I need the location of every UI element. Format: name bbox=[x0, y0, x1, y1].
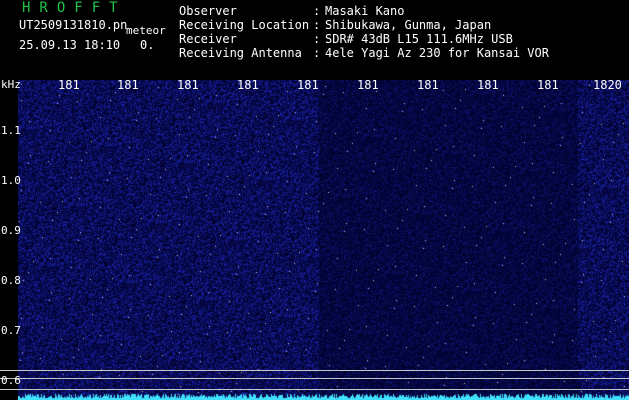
time-tick: 1820 bbox=[593, 78, 622, 92]
meteor-label: meteor bbox=[126, 24, 166, 37]
observation-datetime: 25.09.13 18:10 bbox=[19, 38, 121, 52]
time-tick: 181 bbox=[357, 78, 379, 92]
info-value: Masaki Kano bbox=[325, 4, 405, 18]
info-value: Shibukawa, Gunma, Japan bbox=[325, 18, 492, 32]
time-tick: 181 bbox=[537, 78, 559, 92]
time-tick: 181 bbox=[177, 78, 199, 92]
file-name: UT2509131810.pn bbox=[19, 18, 128, 32]
info-row-location: Receiving Location : Shibukawa, Gunma, J… bbox=[179, 18, 549, 32]
info-value: SDR# 43dB L15 111.6MHz USB bbox=[325, 32, 513, 46]
info-key: Observer bbox=[179, 4, 237, 18]
time-tick: 181 bbox=[297, 78, 319, 92]
info-separator: : bbox=[313, 32, 321, 46]
frequency-unit-label: kHz bbox=[1, 78, 21, 91]
time-axis: kHz 181 181 181 181 181 181 181 181 181 … bbox=[0, 78, 629, 94]
frequency-tick: 0.8 bbox=[1, 274, 21, 287]
datetime-extra: 0. bbox=[140, 38, 155, 52]
info-key: Receiving Antenna bbox=[179, 46, 302, 60]
reference-line bbox=[0, 389, 629, 390]
info-separator: : bbox=[313, 18, 321, 32]
time-tick: 181 bbox=[117, 78, 139, 92]
station-info: Observer : Masaki Kano Receiving Locatio… bbox=[179, 4, 549, 60]
frequency-tick: 1.1 bbox=[1, 124, 21, 137]
info-separator: : bbox=[313, 4, 321, 18]
time-tick: 181 bbox=[417, 78, 439, 92]
frequency-tick: 1.0 bbox=[1, 174, 21, 187]
info-row-observer: Observer : Masaki Kano bbox=[179, 4, 549, 18]
info-key: Receiving Location bbox=[179, 18, 310, 32]
reference-line bbox=[0, 370, 629, 371]
header: HROFFT UT2509131810.pn meteor 25.09.13 1… bbox=[0, 0, 629, 78]
reference-line bbox=[0, 378, 629, 379]
info-value: 4ele Yagi Az 230 for Kansai VOR bbox=[325, 46, 549, 60]
spectrogram-waterfall bbox=[18, 80, 629, 400]
time-tick: 181 bbox=[237, 78, 259, 92]
info-row-receiver: Receiver : SDR# 43dB L15 111.6MHz USB bbox=[179, 32, 549, 46]
app-title: HROFFT bbox=[22, 0, 127, 16]
frequency-tick: 0.7 bbox=[1, 324, 21, 337]
info-separator: : bbox=[313, 46, 321, 60]
info-row-antenna: Receiving Antenna : 4ele Yagi Az 230 for… bbox=[179, 46, 549, 60]
time-tick: 181 bbox=[58, 78, 80, 92]
frequency-tick: 0.9 bbox=[1, 224, 21, 237]
info-key: Receiver bbox=[179, 32, 237, 46]
frequency-tick: 0.6 bbox=[1, 374, 21, 387]
time-tick: 181 bbox=[477, 78, 499, 92]
